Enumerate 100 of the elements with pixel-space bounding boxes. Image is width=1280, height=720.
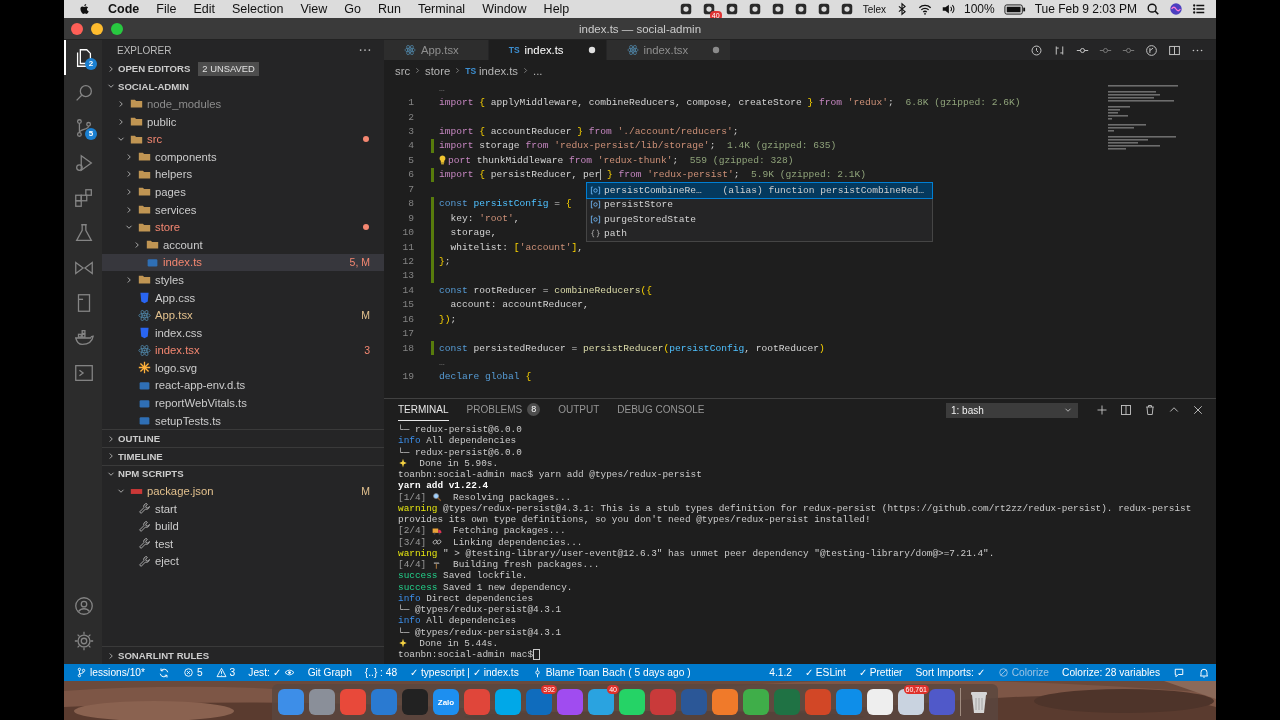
status-item[interactable]: ✓ Prettier xyxy=(858,667,903,678)
history-icon[interactable] xyxy=(1030,43,1043,57)
tree-item[interactable]: pages xyxy=(102,183,384,201)
tree-item[interactable]: account xyxy=(102,235,384,254)
panel-tab[interactable]: OUTPUT xyxy=(558,399,600,421)
wifi-icon[interactable] xyxy=(918,2,932,16)
maximize-button[interactable] xyxy=(111,22,123,35)
status-item[interactable]: ✓ ESLint xyxy=(805,667,846,678)
split-editor-icon[interactable] xyxy=(1168,43,1181,57)
tree-item[interactable]: components xyxy=(102,147,384,166)
section-header[interactable]: OUTLINE xyxy=(102,429,384,448)
suggestion-item[interactable]: persistStore xyxy=(587,197,932,212)
status-item[interactable]: ✓ typescript | ✓ index.ts xyxy=(410,667,519,678)
tree-item[interactable]: index.ts 5, M xyxy=(102,253,384,272)
status-item[interactable]: Sort Imports: ✓ xyxy=(915,667,985,678)
line-number: 10 xyxy=(401,227,414,239)
breadcrumb-item[interactable]: ... xyxy=(533,64,543,77)
status-item[interactable]: 3 xyxy=(215,667,236,678)
lightbulb-icon[interactable] xyxy=(437,154,448,167)
editor-tab[interactable]: App.tsx xyxy=(384,40,489,60)
close-icon[interactable] xyxy=(1192,404,1204,416)
tree-item[interactable]: services xyxy=(102,200,384,219)
tree-item[interactable]: eject xyxy=(102,552,384,571)
tree-item[interactable]: index.css xyxy=(102,323,384,342)
status-item[interactable]: 5 xyxy=(182,667,203,678)
menu-item[interactable]: Terminal xyxy=(417,2,466,16)
status-item[interactable]: Blame Toan Bach ( 5 days ago ) xyxy=(531,667,691,678)
split-icon[interactable] xyxy=(1120,404,1132,416)
tree-item[interactable]: styles xyxy=(102,271,384,289)
tree-item[interactable]: node_modules xyxy=(102,95,384,113)
tree-item[interactable]: public xyxy=(102,112,384,131)
menu-item[interactable]: Selection xyxy=(231,2,284,16)
app-icon[interactable] xyxy=(816,2,831,16)
panel-tab[interactable]: DEBUG CONSOLE xyxy=(617,399,705,421)
menu-item[interactable]: Go xyxy=(344,2,361,16)
section-header[interactable]: NPM SCRIPTS xyxy=(102,464,384,483)
app-icon[interactable] xyxy=(793,2,808,16)
tree-item[interactable]: test xyxy=(102,535,384,553)
tree-item[interactable]: package.json M xyxy=(102,482,384,500)
terminal-line: toanbn:social-admin mac$ yarn add @types/redux-persist xyxy=(398,469,702,481)
suggestion-item[interactable]: persistCombineRe… (alias) function persistCombineRed… xyxy=(587,183,932,198)
plus-icon[interactable] xyxy=(1096,404,1108,416)
menu-item[interactable]: Edit xyxy=(193,2,215,16)
status-item[interactable]: Jest: ✓ xyxy=(248,667,295,678)
tree-item[interactable]: store xyxy=(102,218,384,236)
breadcrumb-item[interactable]: src xyxy=(395,64,411,77)
section-header[interactable]: TIMELINE xyxy=(102,447,384,465)
control-center-icon[interactable] xyxy=(1192,2,1206,16)
editor-tab[interactable]: TS index.ts xyxy=(488,40,607,60)
tree-item[interactable]: index.tsx 3 xyxy=(102,341,384,360)
tree-item[interactable]: logo.svg xyxy=(102,359,384,377)
app-icon[interactable] xyxy=(770,2,785,16)
bell-icon[interactable] xyxy=(1198,666,1210,679)
terminal-select[interactable]: 1: bash xyxy=(946,402,1078,418)
volume-icon[interactable] xyxy=(941,2,955,16)
status-item[interactable]: Git Graph xyxy=(307,667,352,678)
menu-item[interactable]: View xyxy=(300,2,328,16)
siri-icon[interactable] xyxy=(1169,2,1183,16)
status-item[interactable]: lessions/10* xyxy=(76,667,145,678)
status-item[interactable]: 4.1.2 xyxy=(769,667,792,678)
breadcrumb-item[interactable]: store xyxy=(425,64,451,77)
tree-item[interactable]: setupTests.ts xyxy=(102,411,384,430)
feedback-icon[interactable] xyxy=(1173,666,1185,679)
status-item[interactable]: {..} : 48 xyxy=(364,667,398,678)
menu-item[interactable]: Run xyxy=(377,2,401,16)
suggestion-item[interactable]: purgeStoredState xyxy=(587,212,932,227)
panel-tab[interactable]: TERMINAL xyxy=(398,399,449,421)
breadcrumb-item[interactable]: index.ts xyxy=(479,64,518,77)
app-icon[interactable] xyxy=(678,2,693,16)
tree-item[interactable]: App.tsx M xyxy=(102,306,384,324)
search-icon[interactable] xyxy=(1146,2,1160,16)
menu-item[interactable]: Window xyxy=(482,2,527,16)
panel-tab[interactable]: PROBLEMS 8 xyxy=(466,399,541,421)
app-icon[interactable] xyxy=(724,2,739,16)
menu-item[interactable]: Help xyxy=(543,2,570,16)
tree-item[interactable]: src xyxy=(102,130,384,148)
minimize-button[interactable] xyxy=(91,22,103,35)
tree-item[interactable]: start xyxy=(102,499,384,518)
app-icon[interactable] xyxy=(867,689,893,715)
activity-tab[interactable]: 5 xyxy=(64,110,102,145)
app-icon[interactable] xyxy=(747,2,762,16)
editor-tab[interactable]: index.tsx xyxy=(606,40,732,60)
tree-item[interactable]: App.css xyxy=(102,288,384,307)
sync-icon[interactable] xyxy=(157,666,170,679)
section-header[interactable]: SOCIAL-ADMIN xyxy=(102,77,384,96)
trash-icon[interactable] xyxy=(1144,404,1156,416)
section-header[interactable]: OPEN EDITORS 2 UNSAVED xyxy=(102,60,384,78)
code-line: }; xyxy=(439,255,451,267)
tree-item[interactable]: react-app-env.d.ts xyxy=(102,376,384,395)
tree-item[interactable]: build xyxy=(102,517,384,536)
status-item[interactable]: Colorize: 28 variables xyxy=(1062,667,1160,678)
app-menu[interactable]: Code xyxy=(108,2,140,16)
suggestion-item[interactable]: path xyxy=(587,226,932,241)
app-icon[interactable] xyxy=(839,2,854,16)
compare-icon[interactable] xyxy=(1053,43,1066,57)
close-button[interactable] xyxy=(71,22,83,35)
menu-item[interactable]: File xyxy=(156,2,177,16)
tree-item[interactable]: reportWebVitals.ts xyxy=(102,394,384,412)
line-number: 13 xyxy=(401,270,414,282)
tree-item[interactable]: helpers xyxy=(102,165,384,184)
